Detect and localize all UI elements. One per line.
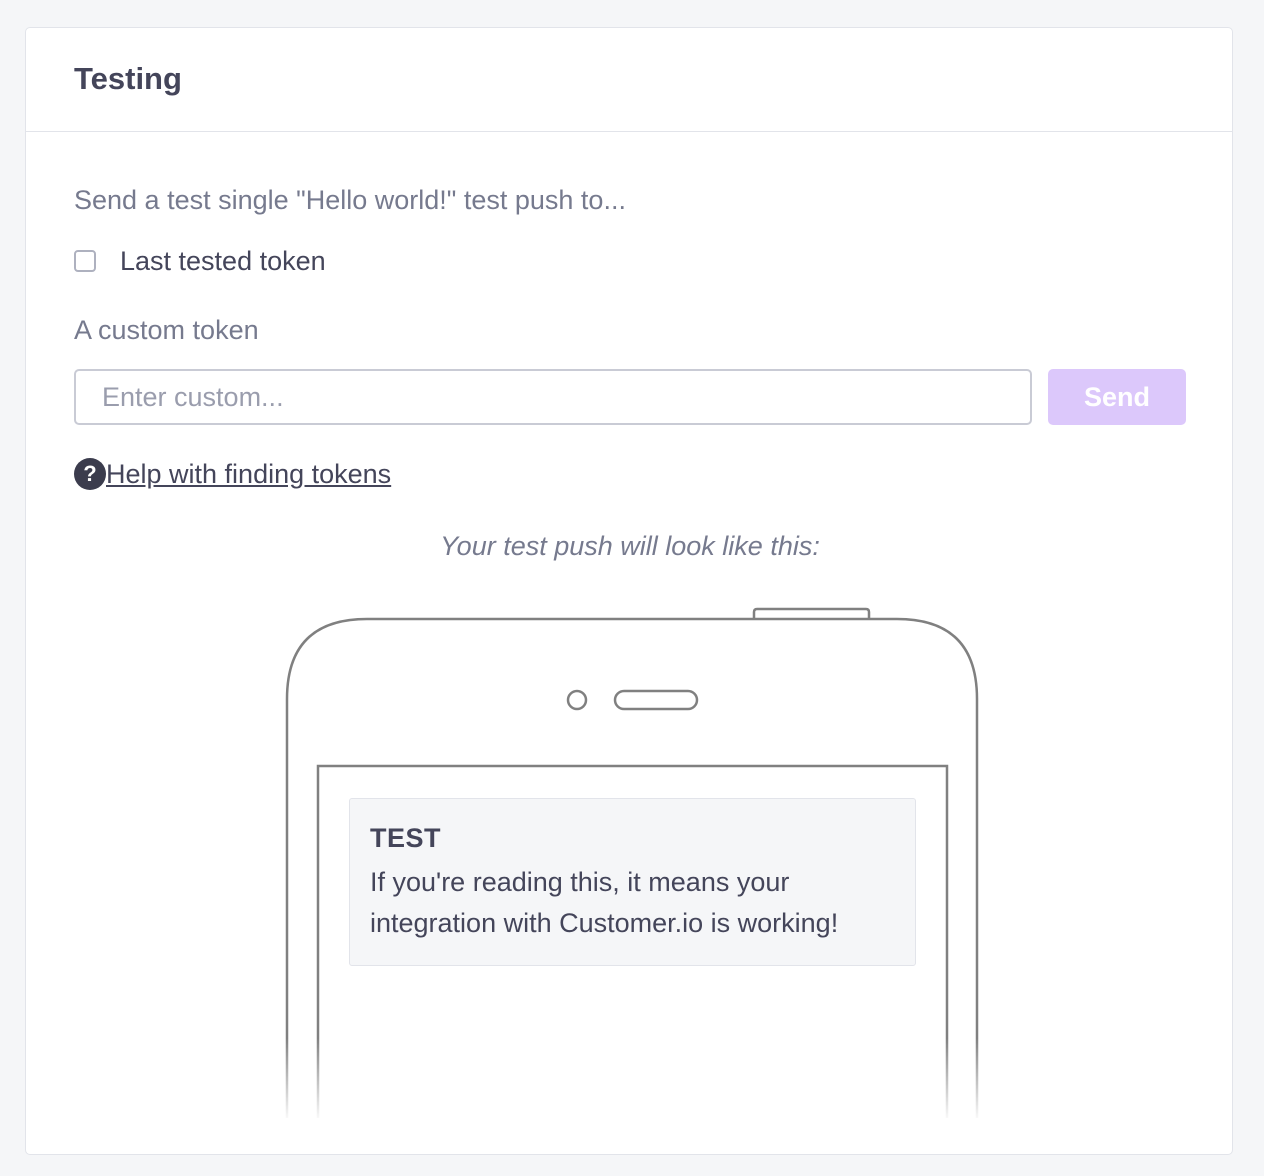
- notification-title: TEST: [370, 823, 442, 853]
- push-notification-preview: TEST If you're reading this, it means yo…: [349, 798, 916, 966]
- phone-illustration: [266, 607, 1006, 1122]
- phone-side-button: [752, 607, 871, 618]
- phone-speaker: [613, 689, 699, 711]
- testing-card: Testing Send a test single "Hello world!…: [25, 27, 1233, 1155]
- phone-camera: [566, 689, 588, 711]
- notification-body: If you're reading this, it means your in…: [370, 867, 839, 938]
